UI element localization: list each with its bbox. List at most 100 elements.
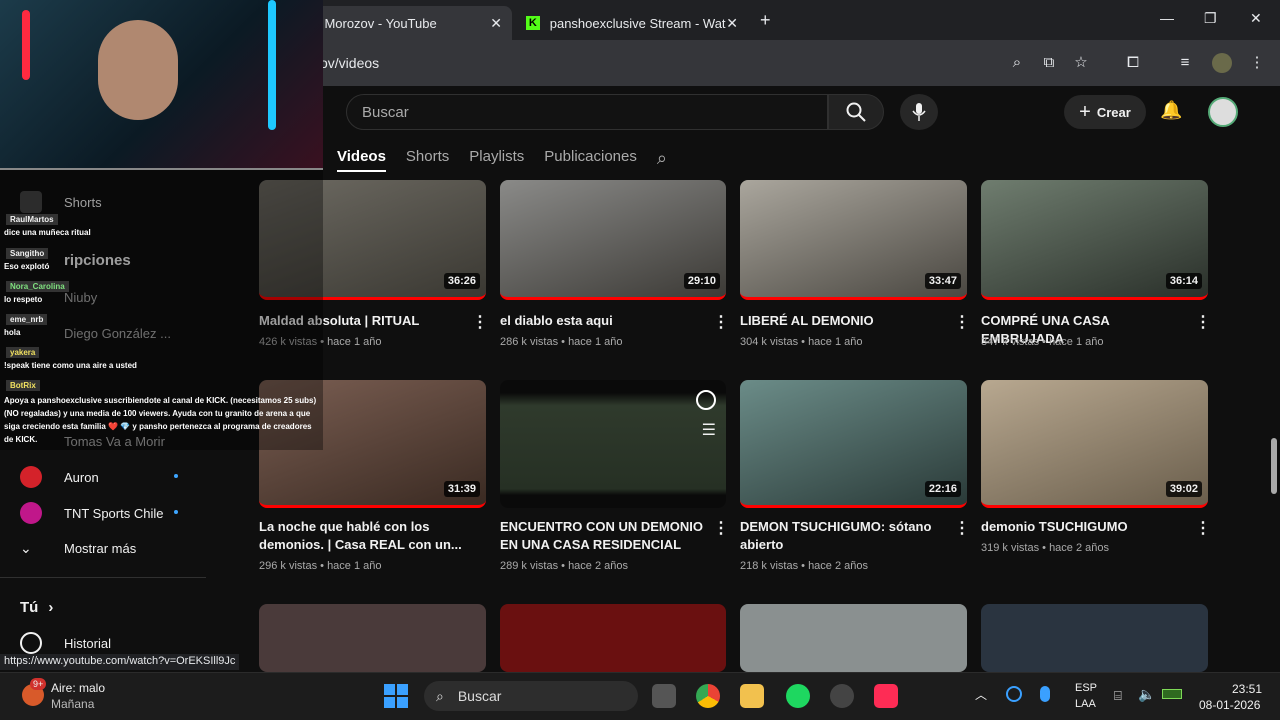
spotify-icon[interactable] [786,684,810,708]
close-window-button[interactable]: ✕ [1250,10,1262,27]
notifications-bell-icon[interactable]: 🔔 [1160,100,1182,121]
channel-search-icon[interactable]: ⌕ [657,148,667,172]
profile-avatar[interactable] [1212,53,1232,73]
duration-badge: 22:16 [924,481,961,497]
video-meta: 347 k vistas • hace 1 año [981,336,1104,348]
clock-date[interactable]: 08-01-2026 [1199,698,1260,712]
video-title[interactable]: La noche que hablé con los demonios. | C… [259,518,465,554]
channel-avatar [20,502,42,524]
channel-tabs: Videos Shorts Playlists Publicaciones ⌕ [337,148,667,172]
chat-username: eme_nrb [6,314,48,325]
video-thumbnail[interactable]: 36:14 [981,180,1208,300]
tab-shorts[interactable]: Shorts [406,148,449,172]
chat-message: hola [4,328,21,337]
extensions-icon[interactable]: ⧠ [1124,54,1142,72]
clock-time[interactable]: 23:51 [1232,682,1262,696]
zoom-icon[interactable]: ⌕ [1008,54,1026,72]
create-label: Crear [1096,104,1131,120]
media-control-icon[interactable]: ≡ [1176,54,1194,72]
video-thumbnail[interactable]: 33:47 [740,180,967,300]
chat-message: Apoya a panshoexclusive suscribiendote a… [4,396,317,444]
install-icon[interactable]: ⧉ [1040,54,1058,72]
video-meta: 289 k vistas • hace 2 años [500,560,628,572]
video-meta: 319 k vistas • hace 2 años [981,542,1109,554]
video-thumbnail[interactable] [259,604,486,672]
video-menu-icon[interactable]: ⋮ [713,518,729,538]
scrollbar-thumb[interactable] [1271,438,1277,494]
chrome-icon[interactable] [696,684,720,708]
chevron-up-icon[interactable]: ︿ [975,686,987,703]
wifi-icon[interactable]: ⌸ [1114,688,1122,704]
restore-button[interactable]: ❐ [1204,10,1217,27]
video-thumbnail[interactable] [500,604,726,672]
new-tab-button[interactable]: + [760,10,771,31]
menu-dots-icon[interactable]: ⋮ [1248,54,1266,72]
search-button[interactable] [828,94,884,130]
obs-icon[interactable] [830,684,854,708]
create-button[interactable]: + Crear [1064,95,1146,129]
voice-search-button[interactable] [900,94,938,130]
video-menu-icon[interactable]: ⋮ [954,518,970,538]
search-icon [846,102,866,122]
streamer-face [98,20,178,120]
duration-badge: 31:39 [443,481,480,497]
duration-badge: 29:10 [683,273,720,289]
video-thumbnail[interactable]: 22:16 [740,380,967,508]
bookmark-star-icon[interactable]: ☆ [1072,54,1090,72]
video-thumbnail[interactable] [740,604,967,672]
video-thumbnail[interactable] [981,604,1208,672]
minimize-button[interactable]: — [1160,10,1174,26]
tab-videos[interactable]: Videos [337,148,386,172]
search-input[interactable]: Buscar [346,94,828,130]
video-title[interactable]: DEMON TSUCHIGUMO: sótano abierto [740,518,946,554]
page-scrollbar[interactable] [1268,86,1280,672]
video-thumbnail[interactable]: 39:02 [981,380,1208,508]
sidebar-show-more[interactable]: ⌄ Mostrar más [20,530,136,566]
sidebar-you-heading[interactable]: Tú › [20,589,53,625]
weather-title[interactable]: Aire: malo [51,681,105,695]
tab-playlists[interactable]: Playlists [469,148,524,172]
kick-icon: K [526,16,540,30]
tab-label: panshoexclusive Stream - Watc [549,15,727,31]
video-thumbnail[interactable]: 29:10 [500,180,726,300]
taskbar-search[interactable]: ⌕ Buscar [424,681,638,711]
stream-webcam-overlay [0,0,323,170]
chat-username: Nora_Carolina [6,281,69,292]
video-title[interactable]: LIBERÉ AL DEMONIO [740,312,946,330]
file-explorer-icon[interactable] [740,684,764,708]
chat-message: !speak tiene como una aire a usted [4,361,137,370]
volume-icon[interactable]: 🔈 [1138,686,1155,703]
network-icon[interactable] [1006,686,1022,702]
keyboard-layout[interactable]: LAA [1075,698,1096,710]
tab-youtube[interactable]: m Morozov - YouTube ✕ [300,6,512,40]
tab-posts[interactable]: Publicaciones [544,148,637,172]
video-title[interactable]: demonio TSUCHIGUMO [981,518,1187,536]
start-button[interactable] [384,684,408,708]
sidebar-sub-item-tnt[interactable]: TNT Sports Chile [20,495,163,531]
tiktok-icon[interactable] [874,684,898,708]
close-tab-icon[interactable]: ✕ [726,15,738,32]
weather-badge: 9+ [30,678,47,690]
video-menu-icon[interactable]: ⋮ [954,312,970,332]
url-field[interactable]: ov/videos [300,48,1000,78]
account-avatar[interactable] [1208,97,1238,127]
battery-icon[interactable] [1162,689,1182,699]
add-to-queue-icon[interactable]: ☰ [702,420,716,440]
video-title[interactable]: ENCUENTRO CON UN DEMONIO EN UNA CASA RES… [500,518,706,554]
video-menu-icon[interactable]: ⋮ [472,312,488,332]
watch-later-icon[interactable] [696,390,716,410]
video-thumbnail[interactable]: ☰ [500,380,726,508]
chat-message: lo respeto [4,295,43,304]
video-title[interactable]: el diablo esta aqui [500,312,706,330]
neon-light [22,10,30,80]
video-menu-icon[interactable]: ⋮ [713,312,729,332]
close-tab-icon[interactable]: ✕ [490,15,502,32]
sidebar-sub-item-auron[interactable]: Auron [20,459,99,495]
language-code[interactable]: ESP [1075,682,1097,694]
video-menu-icon[interactable]: ⋮ [1195,518,1211,538]
task-view-icon[interactable] [652,684,676,708]
tab-kick-stream[interactable]: K panshoexclusive Stream - Watc ✕ [516,6,748,40]
video-meta: 296 k vistas • hace 1 año [259,560,382,572]
microphone-icon[interactable] [1040,686,1050,702]
video-menu-icon[interactable]: ⋮ [1195,312,1211,332]
